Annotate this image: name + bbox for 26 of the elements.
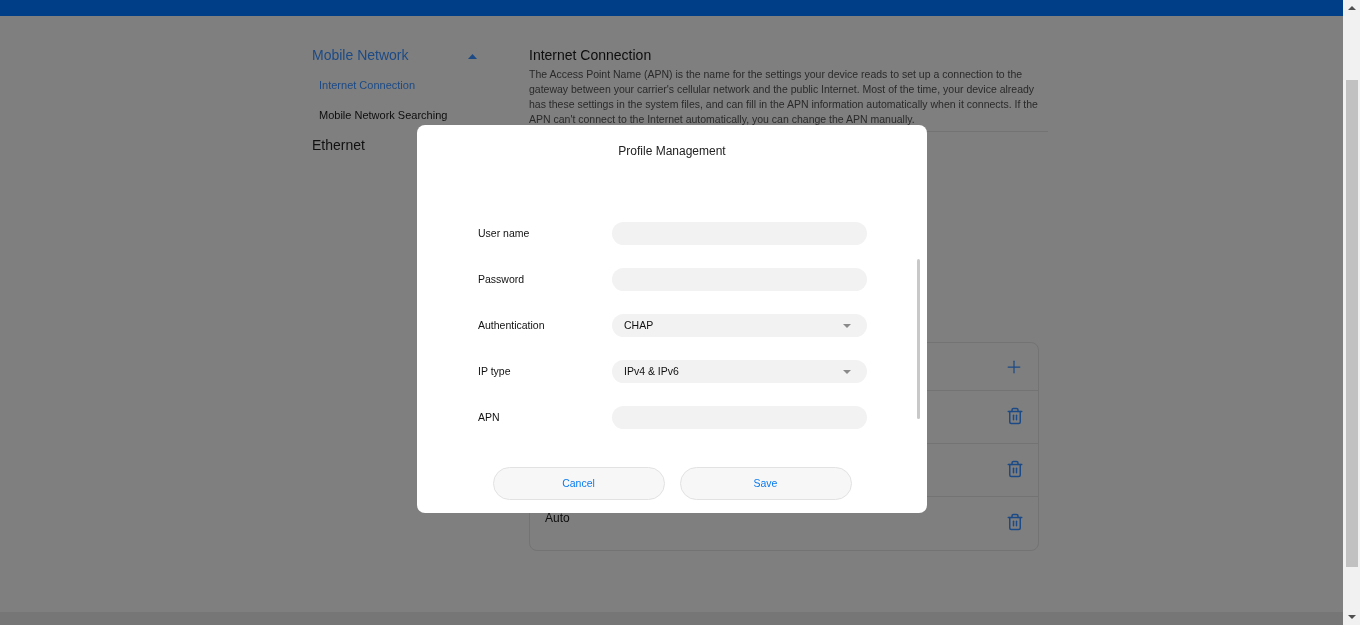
sidebar-item[interactable]: Mobile Network Searching [312, 106, 448, 136]
trash-icon[interactable] [1006, 513, 1024, 531]
profile-name: Auto [545, 510, 570, 527]
dialog-title: Profile Management [618, 143, 726, 160]
scrollbar-thumb[interactable] [1345, 80, 1358, 567]
scroll-down-icon[interactable] [1347, 615, 1356, 619]
field-label: User name [478, 225, 531, 241]
field-label: APN [478, 409, 501, 425]
trash-icon[interactable] [1006, 407, 1024, 425]
field-label: Authentication [478, 317, 546, 333]
page-title: Internet Connection [529, 46, 653, 64]
sidebar-section[interactable]: Ethernet [312, 134, 365, 156]
caret-down-icon[interactable] [843, 369, 851, 374]
dropdown[interactable]: IPv4 & IPv6 [612, 360, 867, 383]
trash-icon[interactable] [1006, 460, 1024, 478]
dropdown[interactable]: CHAP [612, 314, 867, 337]
caret-down-icon[interactable] [843, 323, 851, 328]
dialog-button[interactable]: Cancel [492, 467, 665, 500]
dialog-scrollbar[interactable] [917, 259, 920, 419]
dialog-button[interactable]: Save [679, 467, 852, 500]
scroll-up-icon[interactable] [1347, 6, 1356, 10]
description-text: The Access Point Name (APN) is the name for the settings your device reads to set up a connection to the gateway between your carrier's cellular network and the public Internet. Most of the time, your device already has these settings in the system files, and can fill in the APN information automatically when it connects. If the APN can't connect to the Internet automatically, you can change the APN manually. [529, 67, 1039, 127]
page-scrollbar[interactable] [1343, 0, 1360, 625]
field-label: Password [478, 271, 526, 287]
caret-up-icon[interactable] [468, 53, 477, 59]
field-label: IP type [478, 363, 512, 379]
